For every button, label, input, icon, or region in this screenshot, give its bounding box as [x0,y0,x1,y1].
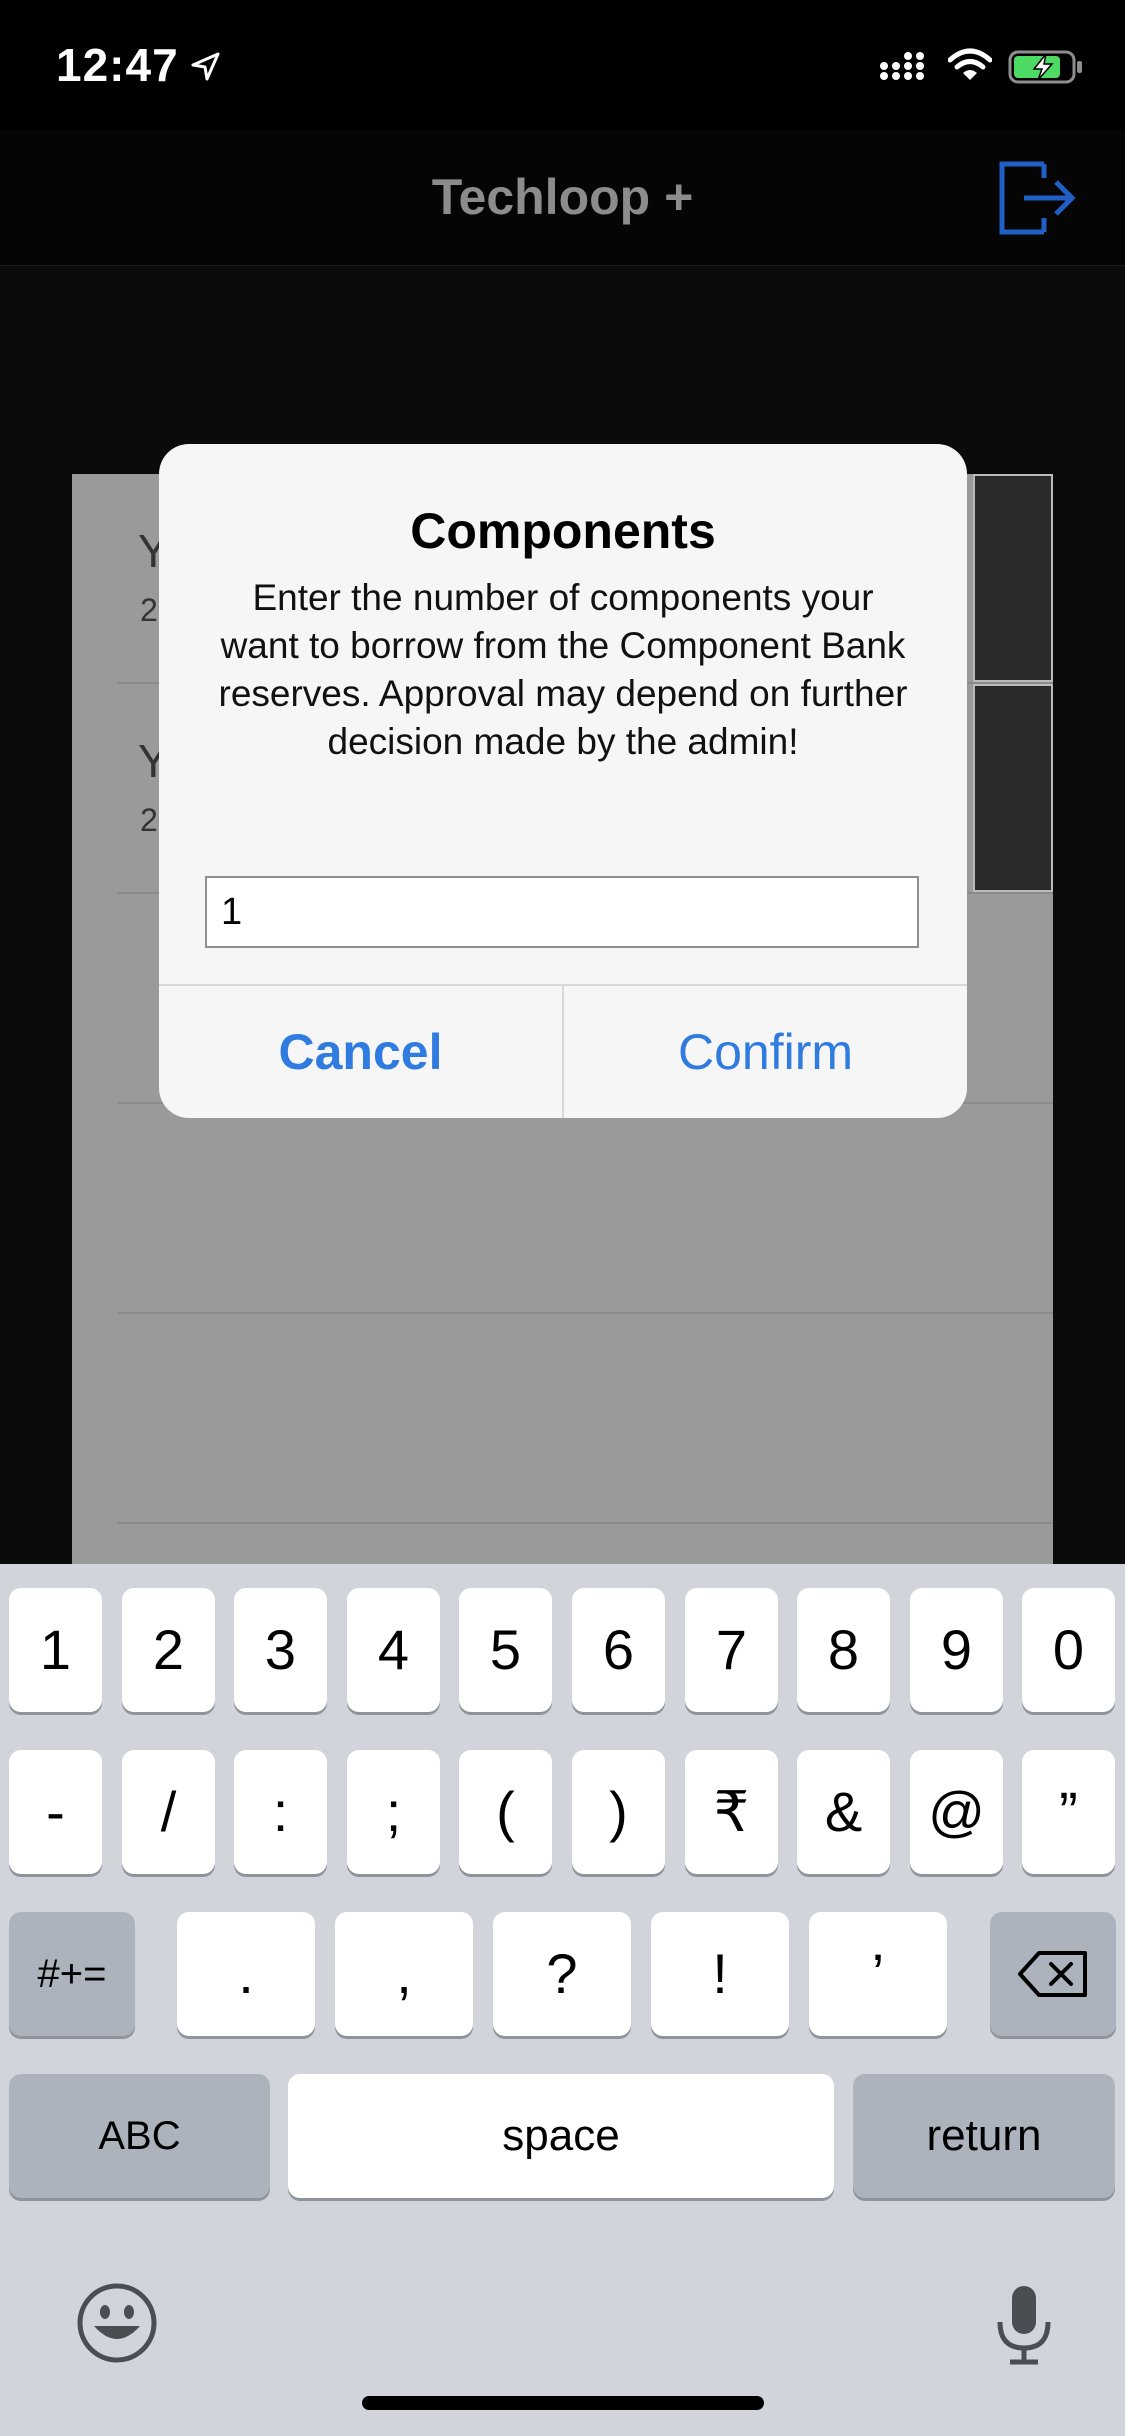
key-hyphen[interactable]: - [9,1750,102,1874]
logout-icon[interactable] [994,156,1078,240]
key-9[interactable]: 9 [910,1588,1003,1712]
key-abc[interactable]: ABC [9,2074,270,2198]
key-8[interactable]: 8 [797,1588,890,1712]
location-arrow-icon [191,52,220,81]
quantity-input[interactable]: 1 [205,876,919,948]
key-1[interactable]: 1 [9,1588,102,1712]
status-time: 12:47 [56,39,179,91]
key-4[interactable]: 4 [347,1588,440,1712]
list-item-subtitle: 2 [140,592,158,628]
list-item-subtitle: 2 [140,802,158,838]
navigation-bar: Techloop + [0,130,1125,266]
key-7[interactable]: 7 [685,1588,778,1712]
home-indicator[interactable] [362,2396,764,2410]
cellular-signal-icon [880,52,924,80]
key-0[interactable]: 0 [1022,1588,1115,1712]
key-question[interactable]: ? [493,1912,631,2036]
delete-key[interactable] [990,1912,1116,2036]
key-slash[interactable]: / [122,1750,215,1874]
list-item-action[interactable] [973,684,1053,892]
alert-title: Components [410,503,716,559]
emoji-icon[interactable] [76,2282,158,2364]
key-space[interactable]: space [288,2074,834,2198]
nav-title: Techloop + [431,169,694,225]
list-item [72,1314,1053,1524]
key-quote[interactable]: ” [1022,1750,1115,1874]
key-open-paren[interactable]: ( [459,1750,552,1874]
cancel-button[interactable]: Cancel [159,986,562,1118]
key-rupee[interactable]: ₹ [685,1750,778,1874]
key-return[interactable]: return [853,2074,1115,2198]
microphone-icon[interactable] [994,2282,1054,2366]
key-2[interactable]: 2 [122,1588,215,1712]
key-comma[interactable]: , [335,1912,473,2036]
key-semicolon[interactable]: ; [347,1750,440,1874]
key-exclamation[interactable]: ! [651,1912,789,2036]
key-at[interactable]: @ [910,1750,1003,1874]
key-colon[interactable]: : [234,1750,327,1874]
list-item-action[interactable] [973,474,1053,682]
backspace-icon [1018,1951,1087,1997]
components-alert-dialog: Components Enter the number of component… [159,444,967,1118]
divider [117,1522,1053,1524]
list-item [72,1104,1053,1314]
confirm-button[interactable]: Confirm [564,986,967,1118]
key-3[interactable]: 3 [234,1588,327,1712]
numeric-keyboard: 1 2 3 4 5 6 7 8 9 0 - / : ; ( ) ₹ & @ ” … [0,1564,1125,2436]
key-close-paren[interactable]: ) [572,1750,665,1874]
status-bar: 12:47 [0,0,1125,130]
key-5[interactable]: 5 [459,1588,552,1712]
wifi-icon [948,48,992,80]
key-period[interactable]: . [177,1912,315,2036]
key-ampersand[interactable]: & [797,1750,890,1874]
key-symbols-toggle[interactable]: #+= [9,1912,135,2036]
alert-message: Enter the number of components your want… [218,577,908,762]
battery-charging-icon [1008,50,1082,84]
key-6[interactable]: 6 [572,1588,665,1712]
key-apostrophe[interactable]: ’ [809,1912,947,2036]
